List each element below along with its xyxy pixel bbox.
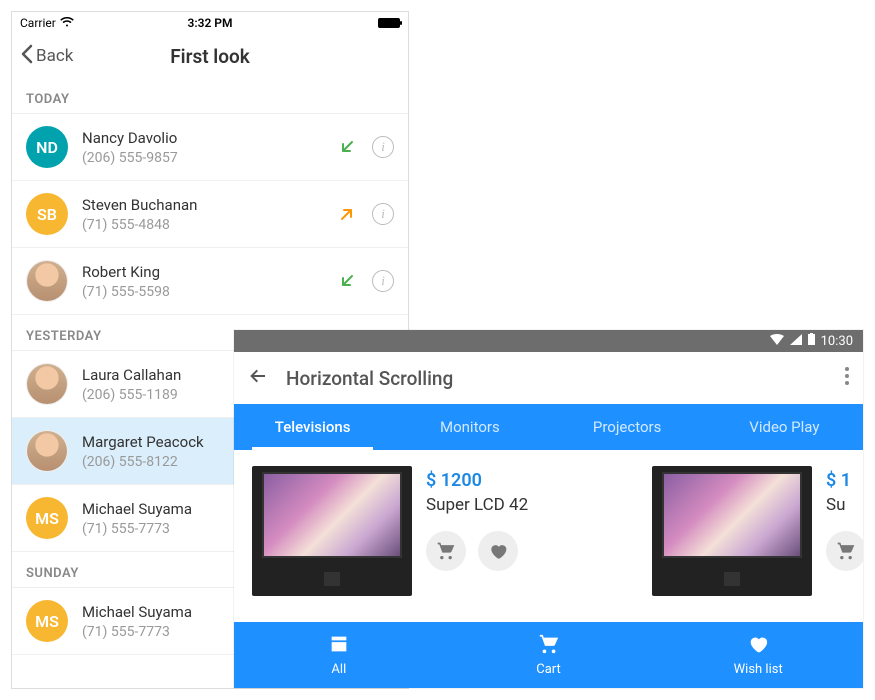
wifi-icon <box>770 334 784 349</box>
product-card[interactable]: $ 1 Su <box>652 466 863 596</box>
ios-nav-bar: Back First look <box>12 34 408 78</box>
bottom-nav: All Cart Wish list <box>234 622 863 688</box>
signal-icon <box>790 334 802 349</box>
avatar: MS <box>26 600 68 642</box>
bottom-nav-label: All <box>331 662 346 677</box>
tab-bar: TelevisionsMonitorsProjectorsVideo Play <box>234 404 863 450</box>
outgoing-call-icon <box>336 206 358 222</box>
avatar: ND <box>26 126 68 168</box>
page-title: First look <box>12 45 408 68</box>
heart-icon <box>747 633 769 659</box>
bottom-nav-all[interactable]: All <box>234 622 444 688</box>
tab-projectors[interactable]: Projectors <box>549 404 706 450</box>
info-button[interactable]: i <box>372 203 394 225</box>
status-time: 10:30 <box>821 334 853 349</box>
name-phone: Nancy Davolio (206) 555-9857 <box>82 129 322 166</box>
call-row[interactable]: SB Steven Buchanan (71) 555-4848 i <box>12 181 408 248</box>
battery-icon <box>808 333 815 349</box>
android-status-bar: 10:30 <box>234 330 863 352</box>
info-button[interactable]: i <box>372 270 394 292</box>
favorite-button[interactable] <box>478 531 518 571</box>
product-price: $ 1 <box>826 470 863 491</box>
product-name: Su <box>826 495 863 515</box>
product-info: $ 1 Su <box>826 466 863 596</box>
avatar <box>26 363 68 405</box>
bottom-nav-wish-list[interactable]: Wish list <box>653 622 863 688</box>
contact-phone: (71) 555-4848 <box>82 217 322 233</box>
contact-name: Nancy Davolio <box>82 129 322 147</box>
avatar <box>26 260 68 302</box>
product-price: $ 1200 <box>426 470 632 491</box>
contact-phone: (206) 555-9857 <box>82 150 322 166</box>
avatar: SB <box>26 193 68 235</box>
tab-monitors[interactable]: Monitors <box>391 404 548 450</box>
appbar-title: Horizontal Scrolling <box>286 367 453 390</box>
name-phone: Robert King (71) 555-5598 <box>82 263 322 300</box>
tab-video-play[interactable]: Video Play <box>706 404 863 450</box>
name-phone: Steven Buchanan (71) 555-4848 <box>82 196 322 233</box>
contact-name: Steven Buchanan <box>82 196 322 214</box>
cart-icon <box>538 633 560 659</box>
contact-name: Robert King <box>82 263 322 281</box>
android-device: 10:30 Horizontal Scrolling TelevisionsMo… <box>234 330 863 688</box>
incoming-call-icon <box>336 139 358 155</box>
incoming-call-icon <box>336 273 358 289</box>
product-card[interactable]: $ 1200 Super LCD 42 <box>252 466 632 596</box>
add-to-cart-button[interactable] <box>826 531 863 571</box>
product-image <box>252 466 412 596</box>
bottom-nav-label: Wish list <box>734 662 783 677</box>
product-name: Super LCD 42 <box>426 495 632 515</box>
overflow-menu-icon[interactable] <box>845 367 849 389</box>
bottom-nav-label: Cart <box>536 662 561 677</box>
tab-televisions[interactable]: Televisions <box>234 404 391 450</box>
product-info: $ 1200 Super LCD 42 <box>426 466 632 596</box>
back-arrow-icon[interactable] <box>248 366 268 390</box>
section-header: TODAY <box>12 78 408 114</box>
bottom-nav-cart[interactable]: Cart <box>444 622 654 688</box>
product-scroller[interactable]: $ 1200 Super LCD 42 $ 1 Su <box>234 450 863 606</box>
add-to-cart-button[interactable] <box>426 531 466 571</box>
avatar: MS <box>26 497 68 539</box>
call-row[interactable]: ND Nancy Davolio (206) 555-9857 i <box>12 114 408 181</box>
product-image <box>652 466 812 596</box>
info-button[interactable]: i <box>372 136 394 158</box>
call-row[interactable]: Robert King (71) 555-5598 i <box>12 248 408 315</box>
battery-icon <box>378 18 400 28</box>
avatar <box>26 430 68 472</box>
android-app-bar: Horizontal Scrolling <box>234 352 863 404</box>
contact-phone: (71) 555-5598 <box>82 284 322 300</box>
ios-status-bar: Carrier 3:32 PM <box>12 12 408 34</box>
status-time: 3:32 PM <box>12 16 408 30</box>
store-icon <box>328 633 350 659</box>
